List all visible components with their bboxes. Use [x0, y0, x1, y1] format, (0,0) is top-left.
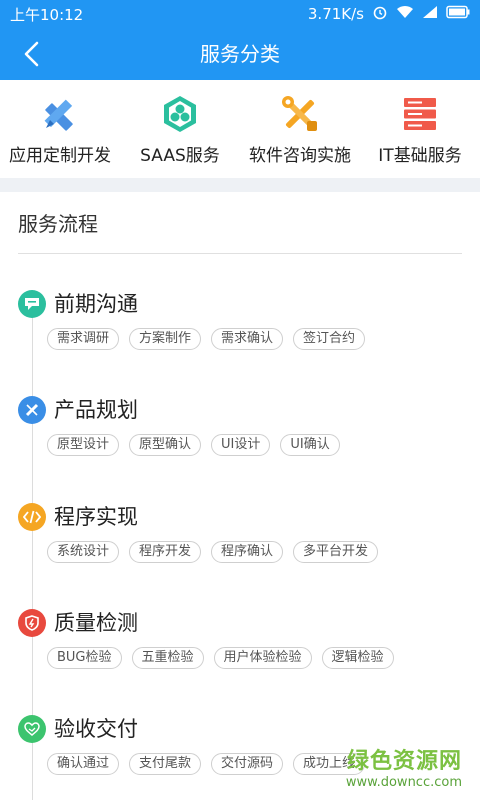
tag: 原型确认	[129, 434, 202, 456]
category-label: IT基础服务	[378, 146, 462, 166]
tag: 程序确认	[211, 541, 284, 563]
tag: 确认通过	[47, 753, 120, 775]
step-tags: BUG检验 五重检验 用户体验检验 逻辑检验	[47, 647, 394, 669]
step-title: 程序实现	[54, 505, 138, 529]
code-icon	[18, 503, 46, 531]
server-icon	[404, 98, 436, 130]
tag: 用户体验检验	[213, 647, 312, 669]
step-tags: 原型设计 原型确认 UI设计 UI确认	[47, 434, 340, 456]
tag: BUG检验	[47, 647, 122, 669]
watermark-title: 绿色资源网	[346, 749, 462, 774]
tag: 签订合约	[293, 328, 366, 350]
wifi-icon	[396, 5, 414, 23]
chat-icon	[18, 290, 46, 318]
alarm-icon	[372, 4, 388, 24]
tag: 多平台开发	[293, 541, 379, 563]
category-label: 软件咨询实施	[249, 146, 351, 166]
category-bar: 应用定制开发 SAAS服务 软件咨询实施 IT基础服务	[0, 80, 480, 178]
tools-icon	[282, 96, 317, 131]
tag: 原型设计	[47, 434, 120, 456]
step-tags: 需求调研 方案制作 需求确认 签订合约	[47, 328, 366, 350]
step-title: 质量检测	[54, 611, 138, 635]
tag: 需求调研	[47, 328, 120, 350]
signal-icon	[422, 5, 438, 23]
tag: UI设计	[211, 434, 271, 456]
watermark-url: www.downcc.com	[345, 775, 462, 790]
category-app-dev[interactable]: 应用定制开发	[0, 80, 120, 178]
tag: 系统设计	[47, 541, 120, 563]
divider	[18, 253, 462, 254]
category-saas[interactable]: SAAS服务	[120, 80, 240, 178]
shield-icon	[18, 609, 46, 637]
step-title: 验收交付	[54, 717, 138, 741]
tag: 五重检验	[131, 647, 204, 669]
pencil-ruler-icon	[44, 99, 73, 131]
step-title: 产品规划	[54, 398, 138, 422]
tag: 程序开发	[129, 541, 202, 563]
section-title: 服务流程	[18, 212, 98, 236]
tag: 逻辑检验	[321, 647, 394, 669]
category-label: SAAS服务	[140, 146, 220, 166]
battery-icon	[446, 5, 470, 23]
pencil-ruler-icon	[18, 396, 46, 424]
step-tags: 确认通过 支付尾款 交付源码 成功上线	[47, 753, 366, 775]
network-speed: 3.71K/s	[307, 5, 364, 23]
category-it-infra[interactable]: IT基础服务	[360, 80, 480, 178]
hexagon-cluster-icon	[164, 96, 196, 132]
section-separator	[0, 178, 480, 192]
app-bar: 服务分类	[0, 28, 480, 80]
category-consulting[interactable]: 软件咨询实施	[240, 80, 360, 178]
tag: 方案制作	[129, 328, 202, 350]
category-label: 应用定制开发	[9, 146, 111, 166]
watermark: 绿色资源网 www.downcc.com	[346, 743, 462, 790]
step-tags: 系统设计 程序开发 程序确认 多平台开发	[47, 541, 379, 563]
tag: UI确认	[280, 434, 340, 456]
tag: 支付尾款	[129, 753, 202, 775]
page-title: 服务分类	[200, 42, 280, 66]
status-time: 上午10:12	[10, 5, 84, 24]
tag: 需求确认	[211, 328, 284, 350]
tag: 交付源码	[211, 753, 284, 775]
handshake-icon	[18, 715, 46, 743]
step-title: 前期沟通	[54, 292, 138, 316]
status-bar: 上午10:12 3.71K/s	[0, 0, 480, 28]
